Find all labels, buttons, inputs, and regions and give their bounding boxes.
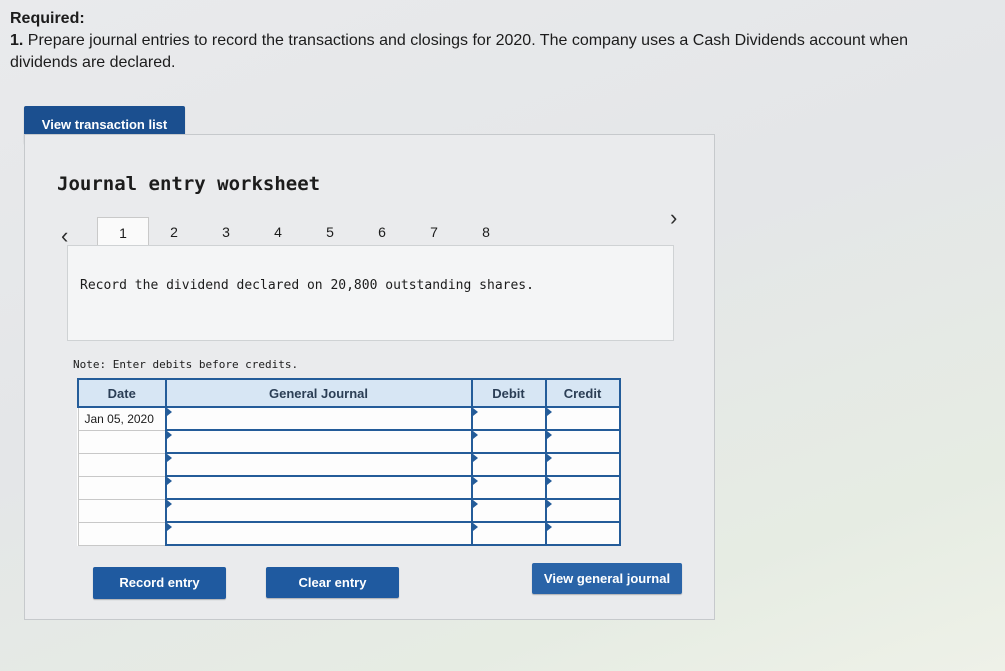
debit-input[interactable] xyxy=(470,475,547,500)
instruction-number: 1. xyxy=(10,32,24,49)
entry-note: Note: Enter debits before credits. xyxy=(73,358,299,371)
credit-column-header: Credit xyxy=(544,378,621,408)
account-value xyxy=(166,500,471,521)
credit-input[interactable] xyxy=(544,521,621,546)
tab-5[interactable]: 5 xyxy=(305,217,355,247)
general-journal-column-header: General Journal xyxy=(164,378,473,408)
account-input[interactable] xyxy=(164,452,473,477)
instruction: 1. Prepare journal entries to record the… xyxy=(10,30,970,74)
tab-8[interactable]: 8 xyxy=(461,217,511,247)
credit-input[interactable] xyxy=(544,452,621,477)
credit-input[interactable] xyxy=(544,429,621,454)
account-value xyxy=(166,454,471,475)
credit-value xyxy=(546,477,619,498)
date-cell[interactable] xyxy=(77,475,166,500)
journal-table: Date General Journal Debit Credit Jan 05… xyxy=(77,378,621,546)
transaction-prompt: Record the dividend declared on 20,800 o… xyxy=(80,278,534,293)
required-label: Required: xyxy=(10,10,85,27)
journal-header-row: Date General Journal Debit Credit xyxy=(77,378,621,408)
debit-input[interactable] xyxy=(470,452,547,477)
debit-value xyxy=(472,477,545,498)
date-column-header: Date xyxy=(77,378,167,408)
account-input[interactable] xyxy=(164,406,473,431)
record-entry-button[interactable]: Record entry xyxy=(93,567,226,599)
account-value xyxy=(166,523,471,544)
debit-value xyxy=(472,431,545,452)
journal-entry-worksheet: Journal entry worksheet ‹ › 1 2 3 4 5 6 … xyxy=(24,134,715,620)
debit-input[interactable] xyxy=(470,406,547,431)
tab-2[interactable]: 2 xyxy=(149,217,199,247)
debit-input[interactable] xyxy=(470,498,547,523)
tab-3[interactable]: 3 xyxy=(201,217,251,247)
debit-value xyxy=(472,454,545,475)
table-row xyxy=(77,452,621,477)
table-row xyxy=(77,498,621,523)
date-cell[interactable] xyxy=(77,498,166,523)
account-value xyxy=(166,477,471,498)
clear-entry-button[interactable]: Clear entry xyxy=(266,567,399,598)
table-row xyxy=(77,475,621,500)
credit-input[interactable] xyxy=(544,406,621,431)
account-input[interactable] xyxy=(164,429,473,454)
credit-input[interactable] xyxy=(544,498,621,523)
debit-input[interactable] xyxy=(470,521,547,546)
credit-value xyxy=(546,500,619,521)
debit-value xyxy=(472,408,545,429)
view-general-journal-button[interactable]: View general journal xyxy=(532,563,682,594)
credit-value xyxy=(546,454,619,475)
debit-value xyxy=(472,500,545,521)
credit-input[interactable] xyxy=(544,475,621,500)
chevron-right-icon[interactable]: › xyxy=(670,205,677,231)
debit-input[interactable] xyxy=(470,429,547,454)
worksheet-title: Journal entry worksheet xyxy=(57,173,321,195)
table-row xyxy=(77,429,621,454)
date-cell[interactable] xyxy=(77,521,166,546)
table-row: Jan 05, 2020 xyxy=(77,406,621,431)
debit-column-header: Debit xyxy=(470,378,547,408)
account-value xyxy=(166,431,471,452)
tab-6[interactable]: 6 xyxy=(357,217,407,247)
instruction-text: Prepare journal entries to record the tr… xyxy=(10,32,908,71)
transaction-prompt-box: Record the dividend declared on 20,800 o… xyxy=(67,245,674,341)
credit-value xyxy=(546,408,619,429)
account-input[interactable] xyxy=(164,498,473,523)
table-row xyxy=(77,521,621,546)
credit-value xyxy=(546,523,619,544)
tab-4[interactable]: 4 xyxy=(253,217,303,247)
account-input[interactable] xyxy=(164,521,473,546)
date-cell[interactable]: Jan 05, 2020 xyxy=(77,406,166,431)
date-cell[interactable] xyxy=(77,429,166,454)
debit-value xyxy=(472,523,545,544)
tab-7[interactable]: 7 xyxy=(409,217,459,247)
account-value xyxy=(166,408,471,429)
account-input[interactable] xyxy=(164,475,473,500)
date-cell[interactable] xyxy=(77,452,166,477)
credit-value xyxy=(546,431,619,452)
